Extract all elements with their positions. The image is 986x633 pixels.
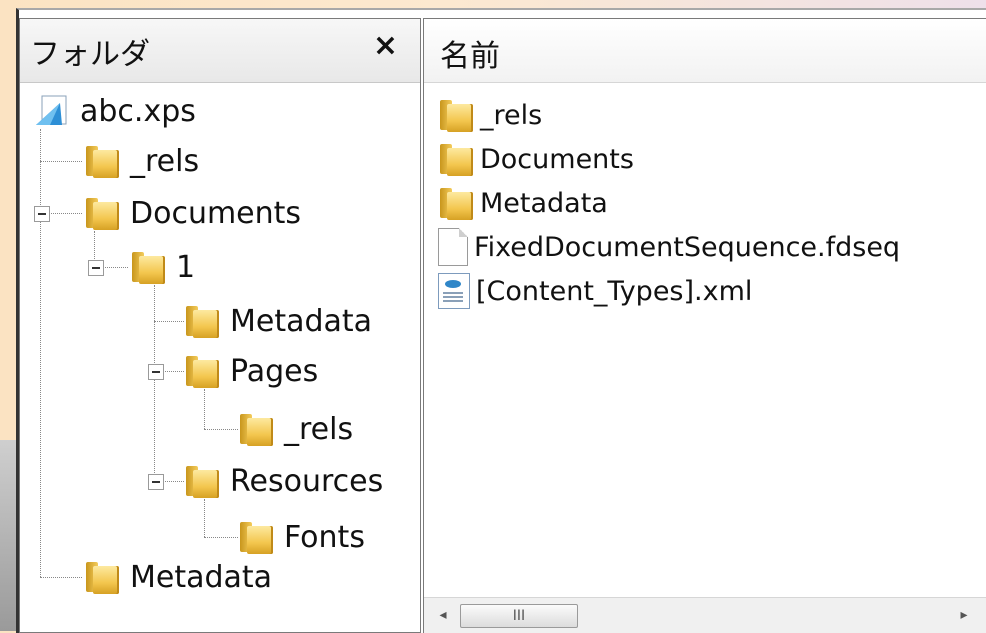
list-item-label: Documents (480, 143, 634, 175)
tree-item-label: _rels (130, 143, 200, 179)
tree-connector (162, 481, 184, 482)
folder-icon (84, 196, 120, 230)
collapse-documents-toggle[interactable] (34, 206, 50, 222)
scroll-right-icon[interactable]: ▸ (955, 606, 973, 624)
folder-pane: フォルダ × abc.xps _rels Documents 1 Metadat… (19, 18, 421, 633)
tree-item-abc-xps[interactable]: abc.xps (34, 93, 196, 129)
close-pane-button[interactable]: × (373, 27, 398, 65)
collapse-resources-toggle[interactable] (148, 474, 164, 490)
folder-icon (238, 412, 274, 446)
list-item[interactable]: _rels (438, 93, 900, 137)
tree-connector (154, 321, 184, 322)
file-list: _rels Documents Metadata FixedDocumentSe… (438, 93, 900, 313)
list-item[interactable]: Metadata (438, 181, 900, 225)
scrollbar-thumb[interactable]: III (460, 604, 578, 628)
tree-item-pages[interactable]: Pages (184, 353, 318, 389)
tree-item-label: Documents (130, 195, 302, 231)
column-header-name[interactable]: 名前 (424, 19, 986, 83)
tree-item-label: Metadata (230, 303, 373, 339)
tree-connector (204, 389, 205, 429)
tree-connector (204, 499, 205, 537)
folder-icon (184, 304, 220, 338)
folder-icon (84, 144, 120, 178)
tree-item-label: abc.xps (80, 93, 196, 129)
folder-pane-header: フォルダ × (20, 19, 420, 83)
tree-item-rels[interactable]: _rels (84, 143, 199, 179)
horizontal-scrollbar[interactable]: ◂ III ▸ (424, 597, 986, 633)
tree-connector (102, 267, 128, 268)
tree-item-label: 1 (176, 249, 196, 285)
tree-item-label: _rels (284, 411, 354, 447)
tree-connector (162, 371, 184, 372)
tree-connector (40, 577, 82, 578)
folder-icon (438, 98, 474, 132)
tree-item-metadata[interactable]: Metadata (184, 303, 372, 339)
tree-connector (94, 231, 95, 261)
folder-pane-title: フォルダ (30, 37, 150, 72)
tree-item-label: Resources (230, 463, 384, 499)
tree-connector (48, 213, 82, 214)
tree-item-label: Fonts (284, 519, 365, 555)
column-header-label: 名前 (440, 39, 500, 74)
folder-tree: abc.xps _rels Documents 1 Metadata Pages… (20, 83, 420, 632)
list-item-label: FixedDocumentSequence.fdseq (474, 231, 901, 263)
list-item-label: Metadata (480, 187, 608, 219)
list-item-label: [Content_Types].xml (476, 275, 753, 307)
tree-connector (204, 537, 238, 538)
tree-connector (40, 161, 82, 162)
folder-icon (438, 142, 474, 176)
list-item[interactable]: [Content_Types].xml (438, 269, 900, 313)
list-item[interactable]: FixedDocumentSequence.fdseq (438, 225, 900, 269)
tree-item-fonts[interactable]: Fonts (238, 519, 365, 555)
xml-file-icon (438, 273, 470, 309)
tree-item-label: Pages (230, 353, 319, 389)
tree-item-metadata-root[interactable]: Metadata (84, 559, 272, 595)
collapse-1-toggle[interactable] (88, 260, 104, 276)
folder-icon (438, 186, 474, 220)
collapse-pages-toggle[interactable] (148, 364, 164, 380)
tree-connector (204, 429, 238, 430)
tree-item-resources[interactable]: Resources (184, 463, 383, 499)
xps-document-icon (34, 93, 70, 129)
folder-icon (184, 354, 220, 388)
folder-icon (84, 560, 120, 594)
tree-item-pages-rels[interactable]: _rels (238, 411, 353, 447)
folder-icon (130, 250, 166, 284)
folder-icon (238, 520, 274, 554)
scroll-left-icon[interactable]: ◂ (434, 606, 452, 624)
tree-item-1[interactable]: 1 (130, 249, 195, 285)
folder-icon (184, 464, 220, 498)
file-list-pane: 名前 _rels Documents Metadata FixedDocumen… (423, 18, 986, 633)
tree-item-label: Metadata (130, 559, 273, 595)
tree-connector (40, 129, 41, 577)
file-icon (438, 228, 468, 266)
tree-connector (154, 285, 155, 481)
list-item-label: _rels (480, 99, 543, 131)
list-item[interactable]: Documents (438, 137, 900, 181)
tree-item-documents[interactable]: Documents (84, 195, 301, 231)
